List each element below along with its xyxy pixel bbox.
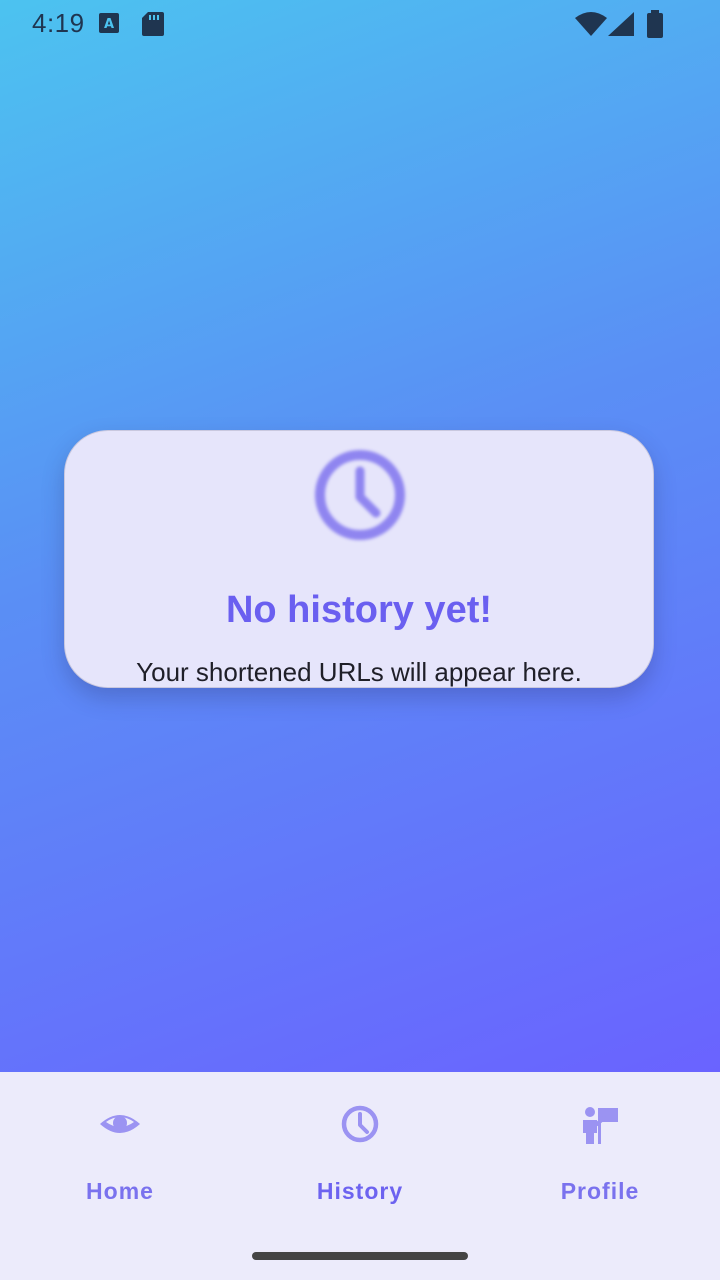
nav-label-home: Home: [86, 1178, 154, 1204]
eye-icon: [96, 1100, 144, 1148]
clock-icon: [312, 447, 408, 543]
battery-icon: [646, 10, 664, 38]
nav-item-profile[interactable]: Profile: [480, 1072, 720, 1222]
nav-label-profile: Profile: [560, 1178, 640, 1204]
status-time: 4:19: [32, 8, 85, 38]
empty-history-card: No history yet! Your shortened URLs will…: [64, 430, 654, 688]
nav-label-history: History: [316, 1178, 404, 1204]
home-indicator[interactable]: [252, 1252, 468, 1260]
keyboard-a-icon: A: [98, 12, 120, 34]
status-bar: 4:19 A: [0, 0, 720, 48]
nav-item-home[interactable]: Home: [0, 1072, 240, 1222]
signal-icon: [608, 12, 634, 36]
wifi-icon: [575, 12, 607, 36]
nav-item-history[interactable]: History: [240, 1072, 480, 1222]
clock-icon: [336, 1100, 384, 1148]
bottom-navigation: Home History Profile: [0, 1072, 720, 1280]
sd-card-icon: [142, 12, 164, 36]
person-flag-icon: [576, 1100, 624, 1148]
empty-state-subtitle: Your shortened URLs will appear here.: [136, 657, 582, 687]
empty-state-title: No history yet!: [225, 589, 493, 631]
svg-text:A: A: [104, 17, 114, 32]
